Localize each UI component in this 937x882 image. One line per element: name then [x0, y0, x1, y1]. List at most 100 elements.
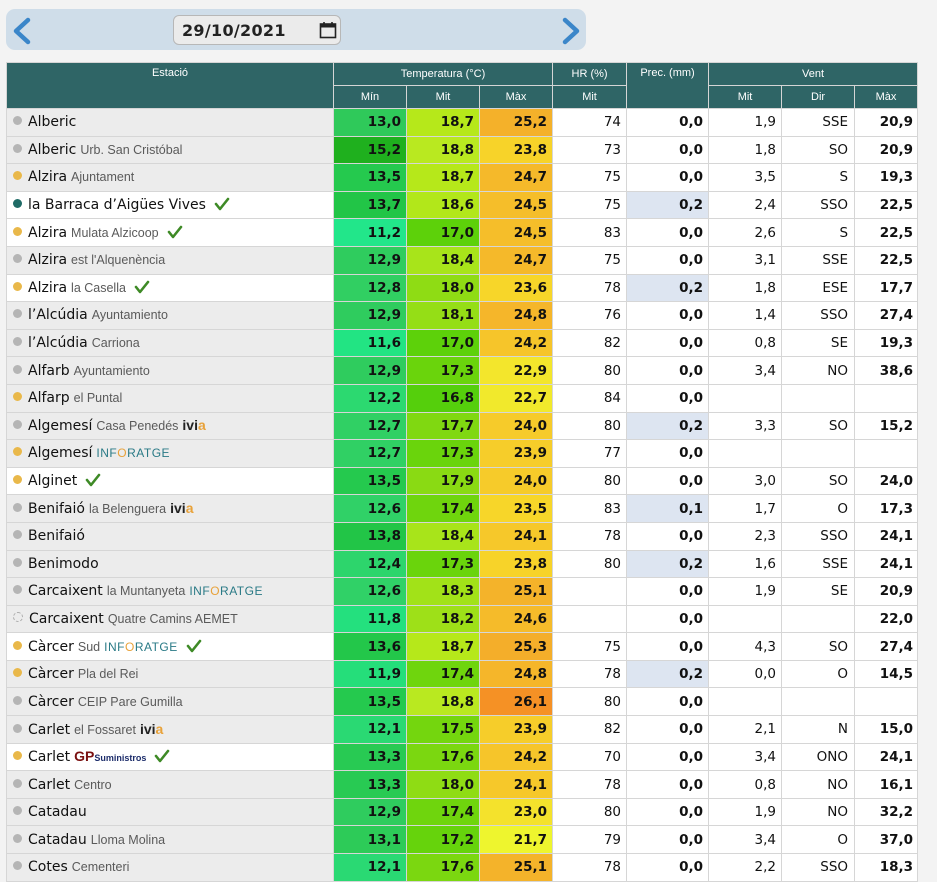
station-name-cell[interactable]: Benifaió: [6, 521, 334, 551]
station-name: Cotes: [28, 859, 68, 876]
temp-max-cell: 23,8: [478, 135, 554, 165]
header-vent-mit[interactable]: Mit: [708, 85, 783, 109]
station-location: Ajuntament: [71, 170, 135, 185]
station-name-cell[interactable]: l’Alcúdia Ayuntamiento: [6, 301, 334, 330]
previous-day-button[interactable]: [10, 17, 34, 45]
wind-mit-cell: [708, 687, 783, 717]
header-estacio[interactable]: Estació: [6, 62, 334, 109]
table-row[interactable]: Alzira est l'Alquenència 12,9 18,4 24,7 75 0,0…: [6, 245, 919, 275]
station-name-cell[interactable]: Alberic Urb. San Cristóbal: [6, 135, 334, 165]
wind-dir-cell: N: [781, 715, 856, 744]
table-row[interactable]: Alfarb Ayuntamiento 12,9 17,3 22,9 80 0,0 3,4 NO…: [6, 356, 919, 385]
station-name-cell[interactable]: Alfarb Ayuntamiento: [6, 356, 334, 385]
humidity-cell: 78: [552, 853, 628, 882]
station-name-cell[interactable]: Cotes Cementeri: [6, 853, 334, 882]
station-name-cell[interactable]: Carlet Centro: [6, 770, 334, 799]
table-row[interactable]: Catadau Lloma Molina 13,1 17,2 21,7 79 0,0 3,4 O…: [6, 825, 919, 855]
table-row[interactable]: Carlet Centro 13,3 18,0 24,1 78 0,0 0,8 NO 16,1: [6, 770, 919, 799]
date-input[interactable]: 29/10/2021: [173, 15, 341, 45]
checkmark-icon: [85, 473, 101, 487]
table-row[interactable]: Càrcer Pla del Rei 11,9 17,4 24,8 78 0,2 0,0 O 14…: [6, 659, 919, 689]
station-name-cell[interactable]: Alberic: [6, 108, 334, 137]
station-name: Benifaió: [28, 528, 85, 545]
station-location: CEIP Pare Gumilla: [77, 694, 183, 709]
station-name-cell[interactable]: Alzira la Casella: [6, 273, 334, 303]
ivia-logo: ivia: [139, 720, 164, 737]
header-temp-mit[interactable]: Mit: [406, 85, 480, 109]
table-row[interactable]: Carcaixent Quatre Camins AEMET 11,8 18,2 24,…: [6, 604, 919, 634]
header-temp-min[interactable]: Mín: [333, 85, 407, 109]
station-name-cell[interactable]: Alzira Mulata Alzicoop: [6, 218, 334, 247]
table-row[interactable]: Carcaixent la Muntanyeta INFORATGE 12,6 18,3…: [6, 577, 919, 606]
station-name-cell[interactable]: Benimodo: [6, 549, 334, 579]
humidity-cell: 82: [552, 715, 628, 744]
station-name: Alberic: [28, 114, 77, 131]
table-row[interactable]: Carlet GPSuministros 13,3 17,6 24,2 70 0,0 3,4 O…: [6, 742, 919, 772]
precipitation-cell: 0,0: [626, 742, 710, 772]
station-name-cell[interactable]: Algemesí Casa Penedés ivia: [6, 411, 334, 441]
table-row[interactable]: Benifaió 13,8 18,4 24,1 78 0,0 2,3 SSO 24,1: [6, 521, 919, 551]
table-row[interactable]: Alginet 13,5 17,9 24,0 80 0,0 3,0 SO 24,0: [6, 466, 919, 496]
calendar-icon[interactable]: [319, 21, 337, 39]
table-row[interactable]: Catadau 12,9 17,4 23,0 80 0,0 1,9 NO 32,2: [6, 797, 919, 827]
station-name-cell[interactable]: Alzira est l'Alquenència: [6, 245, 334, 275]
header-vent-max[interactable]: Màx: [854, 85, 919, 109]
ivia-logo: ivia: [170, 500, 194, 517]
table-row[interactable]: l’Alcúdia Carriona 11,6 17,0 24,2 82 0,0 0,8 SE 1…: [6, 328, 919, 358]
station-name-cell[interactable]: Benifaió la Belenguera ivia: [6, 494, 334, 523]
station-name-cell[interactable]: Carcaixent Quatre Camins AEMET: [6, 604, 334, 634]
wind-dir-cell: NO: [781, 356, 856, 385]
table-row[interactable]: Càrcer Sud INFORATGE 13,6 18,7 25,3 75 0,0 4,3 SO…: [6, 632, 919, 661]
precipitation-cell: 0,0: [626, 521, 710, 551]
station-name-cell[interactable]: Alginet: [6, 466, 334, 496]
temp-min-cell: 15,2: [333, 135, 407, 165]
temp-max-cell: 24,1: [478, 770, 554, 799]
table-row[interactable]: Benifaió la Belenguera ivia 12,6 17,4 23,5 83 0…: [6, 494, 919, 523]
station-name-cell[interactable]: Algemesí INFORATGE: [6, 439, 334, 468]
wind-mit-cell: 1,6: [708, 549, 783, 579]
next-day-button[interactable]: [559, 17, 583, 45]
header-vent: Vent: [708, 62, 919, 86]
precipitation-cell: 0,0: [626, 439, 710, 468]
header-temp-max[interactable]: Màx: [478, 85, 554, 109]
table-row[interactable]: Cotes Cementeri 12,1 17,6 25,1 78 0,0 2,2 SSO 18,…: [6, 853, 919, 882]
wind-max-cell: 18,3: [854, 853, 919, 882]
temp-mit-cell: 17,6: [406, 853, 480, 882]
header-prec[interactable]: Prec. (mm): [626, 62, 710, 109]
table-row[interactable]: l’Alcúdia Ayuntamiento 12,9 18,1 24,8 76 0,0 1,…: [6, 301, 919, 330]
temp-mit-cell: 17,3: [406, 356, 480, 385]
table-row[interactable]: Alfarp el Puntal 12,2 16,8 22,7 84 0,0: [6, 383, 919, 413]
station-name-cell[interactable]: Alfarp el Puntal: [6, 383, 334, 413]
table-row[interactable]: Algemesí INFORATGE 12,7 17,3 23,9 77 0,0: [6, 439, 919, 468]
temp-max-cell: 23,8: [478, 549, 554, 579]
station-name-cell[interactable]: Carlet el Fossaret ivia: [6, 715, 334, 744]
station-name-cell[interactable]: Alzira Ajuntament: [6, 163, 334, 192]
table-row[interactable]: Benimodo 12,4 17,3 23,8 80 0,2 1,6 SSE 24,1: [6, 549, 919, 579]
wind-dir-cell: [781, 687, 856, 717]
table-row[interactable]: Alzira Mulata Alzicoop 11,2 17,0 24,5 83 0,0 2,…: [6, 218, 919, 247]
station-name-cell[interactable]: Catadau Lloma Molina: [6, 825, 334, 855]
table-row[interactable]: Alzira la Casella 12,8 18,0 23,6 78 0,2 1,8 ESE 1…: [6, 273, 919, 303]
table-row[interactable]: Alberic Urb. San Cristóbal 15,2 18,8 23,8 73 0…: [6, 135, 919, 165]
header-hr-mit[interactable]: Mit: [552, 85, 628, 109]
station-name-cell[interactable]: Càrcer Pla del Rei: [6, 659, 334, 689]
wind-mit-cell: 3,4: [708, 742, 783, 772]
station-name-cell[interactable]: Catadau: [6, 797, 334, 827]
precipitation-cell: 0,0: [626, 135, 710, 165]
table-row[interactable]: Alzira Ajuntament 13,5 18,7 24,7 75 0,0 3,5 S 19,…: [6, 163, 919, 192]
table-row[interactable]: Algemesí Casa Penedés ivia 12,7 17,7 24,0 80 0,…: [6, 411, 919, 441]
station-name-cell[interactable]: Carcaixent la Muntanyeta INFORATGE: [6, 577, 334, 606]
table-row[interactable]: Alberic 13,0 18,7 25,2 74 0,0 1,9 SSE 20,9: [6, 108, 919, 137]
temp-mit-cell: 18,1: [406, 301, 480, 330]
station-name-cell[interactable]: la Barraca d’Aigües Vives: [6, 190, 334, 220]
station-name-cell[interactable]: Càrcer Sud INFORATGE: [6, 632, 334, 661]
table-row[interactable]: Càrcer CEIP Pare Gumilla 13,5 18,8 26,1 80 0,0: [6, 687, 919, 717]
wind-max-cell: 22,0: [854, 604, 919, 634]
station-name-cell[interactable]: Càrcer CEIP Pare Gumilla: [6, 687, 334, 717]
temp-max-cell: 24,6: [478, 604, 554, 634]
table-row[interactable]: la Barraca d’Aigües Vives 13,7 18,6 24,5 75 0…: [6, 190, 919, 220]
station-name-cell[interactable]: l’Alcúdia Carriona: [6, 328, 334, 358]
table-row[interactable]: Carlet el Fossaret ivia 12,1 17,5 23,9 82 0,0 2,…: [6, 715, 919, 744]
station-name-cell[interactable]: Carlet GPSuministros: [6, 742, 334, 772]
header-vent-dir[interactable]: Dir: [781, 85, 856, 109]
